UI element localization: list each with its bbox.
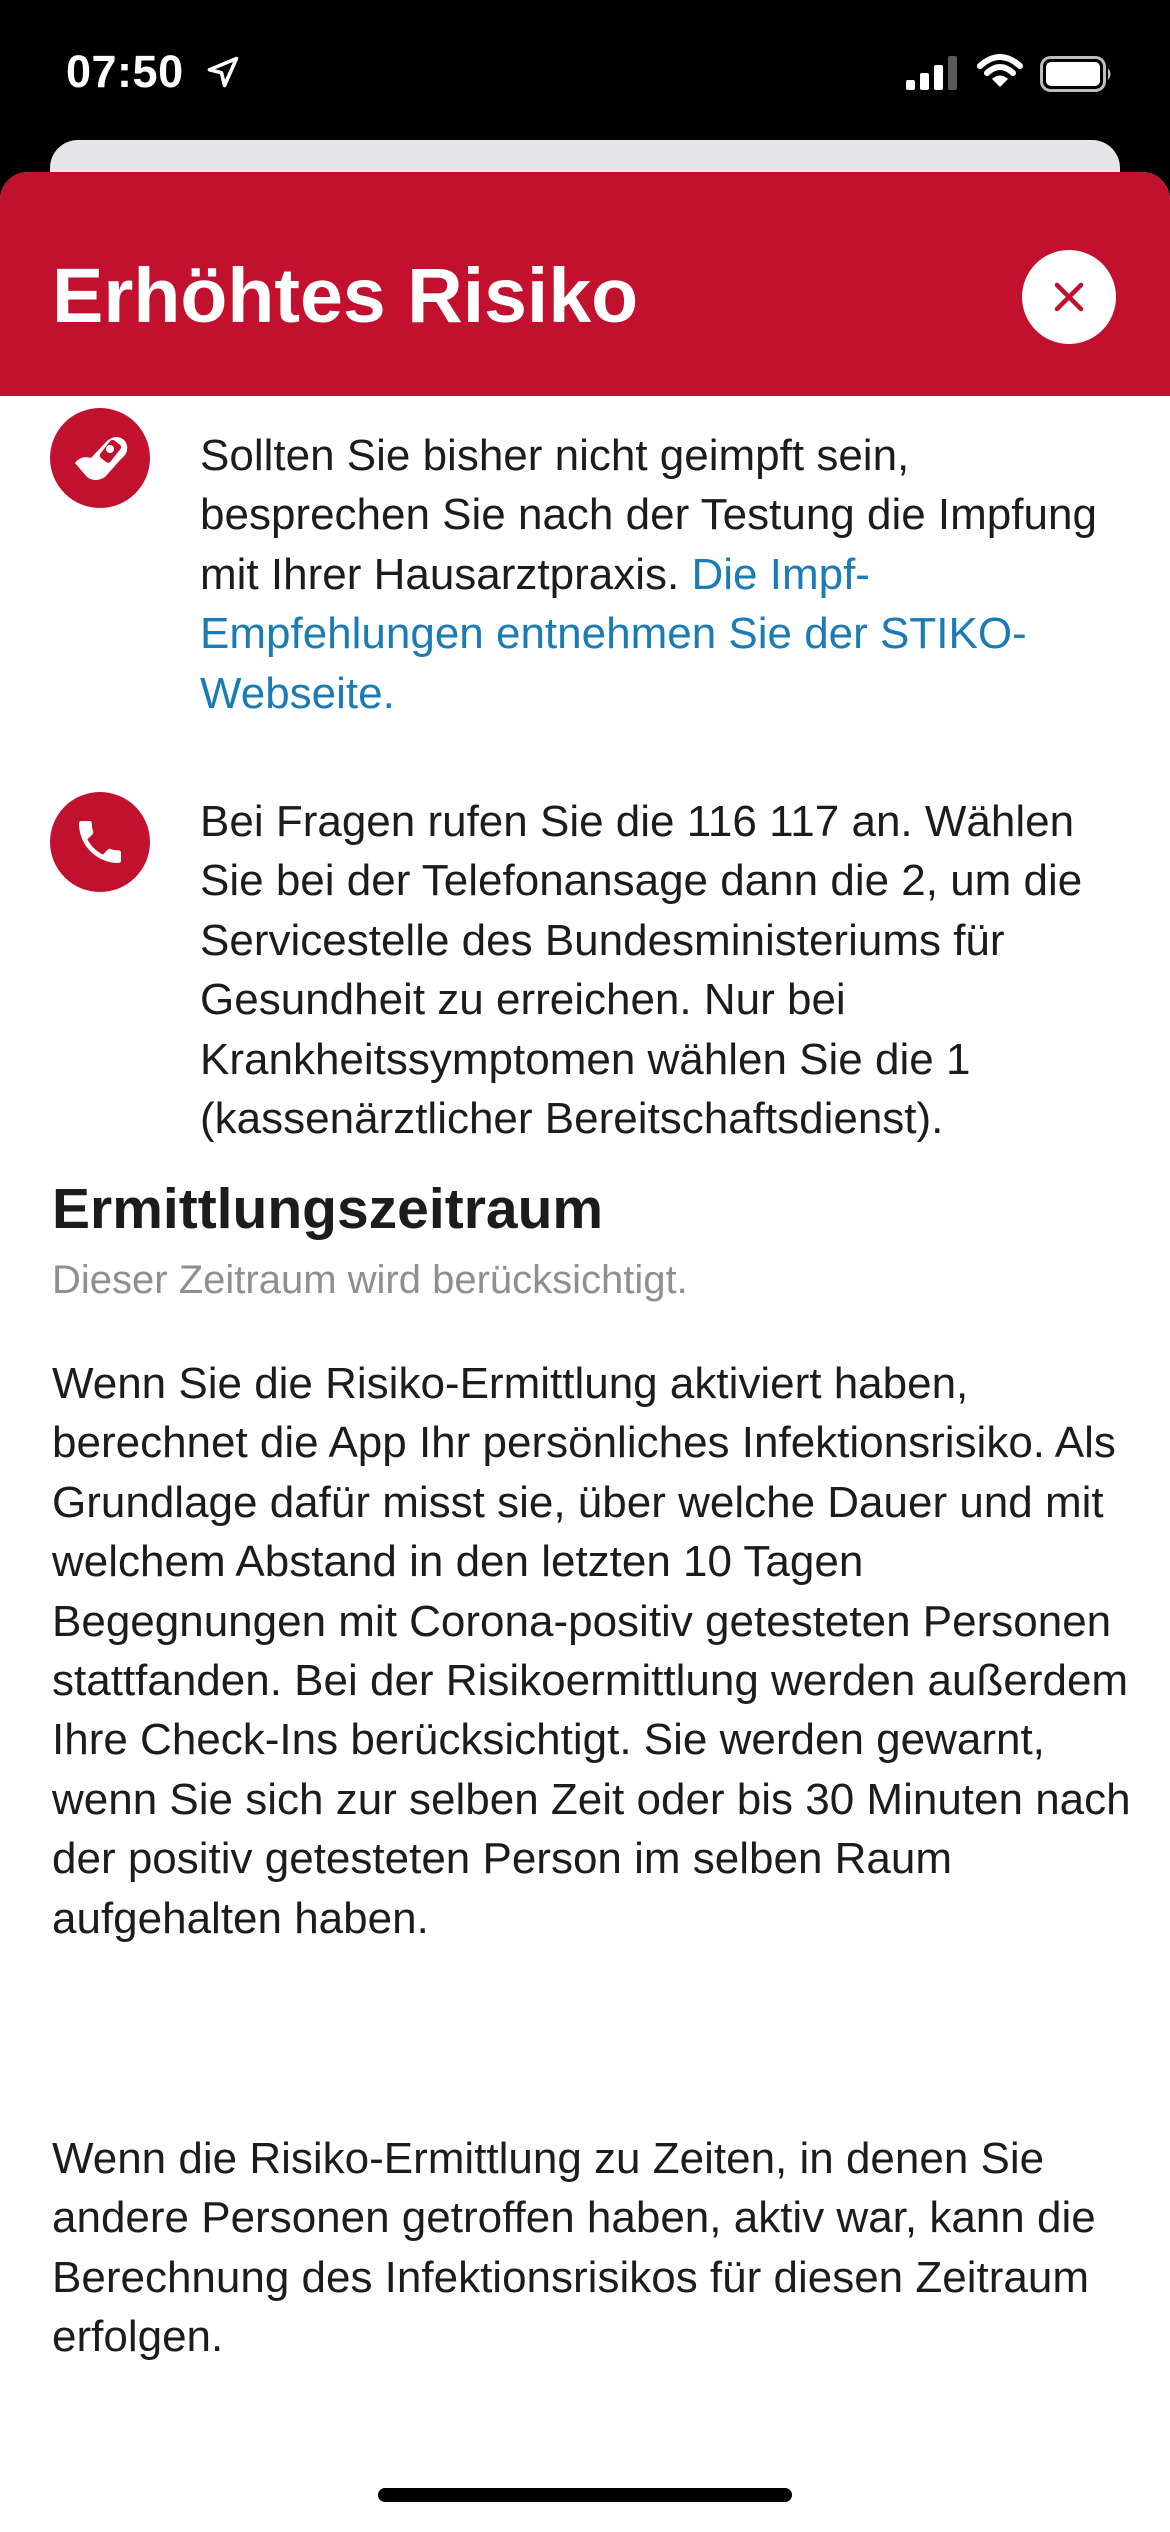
header-bar: Erhöhtes Risiko [0, 172, 1170, 396]
cellular-signal-icon [906, 56, 958, 95]
status-time: 07:50 [66, 46, 184, 97]
section-title: Ermittlungszeitraum [52, 1177, 604, 1241]
wifi-icon [976, 52, 1024, 95]
paragraph-1: Wenn Sie die Risiko-Ermittlung aktiviert… [52, 1359, 1131, 1943]
hotline-info-text: Bei Fragen rufen Sie die 116 117 an. Wäh… [200, 797, 1083, 1144]
home-indicator[interactable] [378, 2488, 792, 2502]
section-subtitle: Dieser Zeitraum wird berücksichtigt. [52, 1258, 688, 1302]
location-arrow-icon [205, 54, 241, 95]
status-bar: 07:50 [0, 0, 1170, 160]
battery-icon [1040, 56, 1114, 97]
paragraph-2: Wenn die Risiko-Ermittlung zu Zeiten, in… [52, 2134, 1096, 2362]
close-button[interactable] [1022, 250, 1116, 344]
vaccination-text: Sollten Sie bisher nicht geimpft sein, b… [200, 431, 1097, 599]
page-title: Erhöhtes Risiko [52, 253, 639, 339]
phone-icon [50, 792, 150, 892]
close-icon [1054, 282, 1084, 312]
vaccination-info-text: Sollten Sie bisher nicht geimpft sein, b… [200, 426, 1120, 723]
vaccination-icon [50, 408, 150, 508]
risk-detail-sheet: Erhöhtes Risiko Sollten Sie bisher nicht… [0, 172, 1170, 2532]
